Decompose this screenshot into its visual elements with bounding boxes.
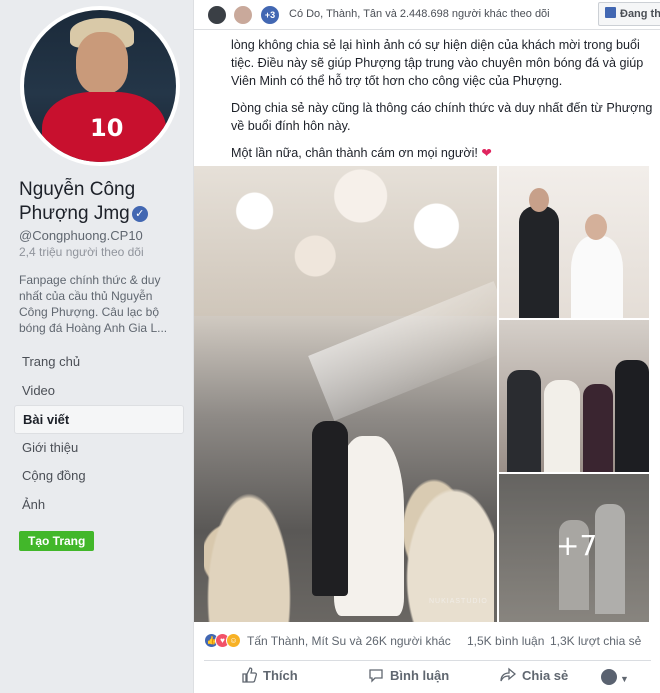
groom-figure: [312, 421, 348, 596]
post-text: lòng không chia sẻ lại hình ảnh có sự hi…: [231, 36, 655, 171]
guest-figure: [507, 370, 541, 472]
jersey-number: 10: [90, 114, 124, 142]
haha-reaction-icon[interactable]: ☺: [226, 633, 241, 648]
like-label: Thích: [263, 668, 298, 683]
post-paragraph: lòng không chia sẻ lại hình ảnh có sự hi…: [231, 38, 644, 88]
nav-item-community[interactable]: Cộng đồng: [14, 462, 184, 491]
following-button-label: Đang th: [620, 8, 660, 20]
photo-watermark: NUKIASTUDIO: [429, 598, 488, 605]
comment-count[interactable]: 1,5K bình luận: [467, 634, 544, 648]
groom-head: [529, 188, 549, 212]
post-photo-main[interactable]: NUKIASTUDIO: [194, 166, 497, 622]
more-friends-badge[interactable]: +3: [259, 4, 281, 26]
page-handle[interactable]: @Congphuong.CP10: [19, 228, 143, 243]
heart-emoji-icon: ❤: [481, 146, 492, 160]
share-arrow-icon: [500, 667, 516, 682]
follow-bar: +3 Có Do, Thành, Tân và 2.448.698 người …: [194, 0, 660, 30]
share-button[interactable]: Chia sẻ: [500, 667, 568, 683]
nav-item-about[interactable]: Giới thiệu: [14, 434, 184, 463]
verified-badge-icon: ✓: [131, 206, 148, 222]
share-label: Chia sẻ: [522, 668, 569, 683]
follower-count: 2,4 triệu người theo dõi: [19, 245, 144, 259]
nav-item-home[interactable]: Trang chủ: [14, 348, 184, 377]
reaction-profile-selector[interactable]: ▼: [601, 669, 629, 685]
guest-figure: [544, 380, 580, 472]
page-title[interactable]: Nguyễn Công Phượng Jmg ✓: [19, 178, 189, 226]
avatar-face: [76, 32, 128, 94]
following-check-icon: [605, 7, 616, 18]
groom-figure: [519, 206, 559, 318]
page-sidebar: 10 Nguyễn Công Phượng Jmg ✓ @Congphuong.C…: [0, 0, 192, 693]
following-button[interactable]: Đang th: [598, 2, 660, 26]
friend-avatar[interactable]: [232, 4, 254, 26]
post-actions: Thích Bình luận Chia sẻ ▼: [204, 660, 651, 693]
followers-summary: Có Do, Thành, Tân và 2.448.698 người khá…: [289, 8, 550, 20]
post-paragraph: Dòng chia sẻ này cũng là thông cáo chính…: [231, 101, 653, 133]
friend-avatar[interactable]: [206, 4, 228, 26]
comment-label: Bình luận: [390, 668, 450, 683]
comment-button[interactable]: Bình luận: [368, 667, 449, 683]
post-photo-thumb[interactable]: [499, 320, 649, 472]
bride-head: [585, 214, 607, 240]
nav-item-photos[interactable]: Ảnh: [14, 491, 184, 520]
share-count[interactable]: 1,3K lượt chia sẻ: [550, 634, 641, 648]
chevron-down-icon: ▼: [620, 674, 629, 684]
nav-item-posts[interactable]: Bài viết: [14, 405, 184, 434]
bride-figure: [571, 236, 623, 318]
page-description: Fanpage chính thức & duy nhất của cầu th…: [19, 273, 168, 335]
post-paragraph-text: Một lần nữa, chân thành cám ơn mọi người…: [231, 146, 478, 160]
post-paragraph: Một lần nữa, chân thành cám ơn mọi người…: [231, 144, 655, 162]
like-button[interactable]: Thích: [241, 667, 298, 683]
guest-figure: [583, 384, 613, 472]
post-card: +3 Có Do, Thành, Tân và 2.448.698 người …: [193, 0, 660, 693]
post-photo-more[interactable]: +7: [499, 474, 649, 622]
create-page-button[interactable]: Tạo Trang: [19, 531, 95, 551]
page-avatar[interactable]: 10: [20, 6, 180, 166]
flower-ceiling: [194, 166, 497, 316]
page-nav: Trang chủ Video Bài viết Giới thiệu Cộng…: [14, 348, 184, 519]
guest-figure: [615, 360, 649, 472]
nav-item-video[interactable]: Video: [14, 377, 184, 406]
comment-bubble-icon: [369, 669, 383, 683]
more-photos-count: +7: [556, 529, 598, 562]
reaction-bar: 👍 ♥ ☺ Tấn Thành, Mít Su và 26K người khá…: [204, 632, 651, 650]
profile-avatar-icon: [601, 669, 617, 685]
thumbs-up-icon: [242, 667, 257, 683]
page-name-text[interactable]: Nguyễn Công Phượng Jmg: [19, 179, 135, 224]
avatar-photo: 10: [24, 10, 176, 162]
reaction-names[interactable]: Tấn Thành, Mít Su và 26K người khác: [247, 634, 451, 648]
pampas-decor: [204, 486, 294, 622]
post-photo-thumb[interactable]: [499, 166, 649, 318]
